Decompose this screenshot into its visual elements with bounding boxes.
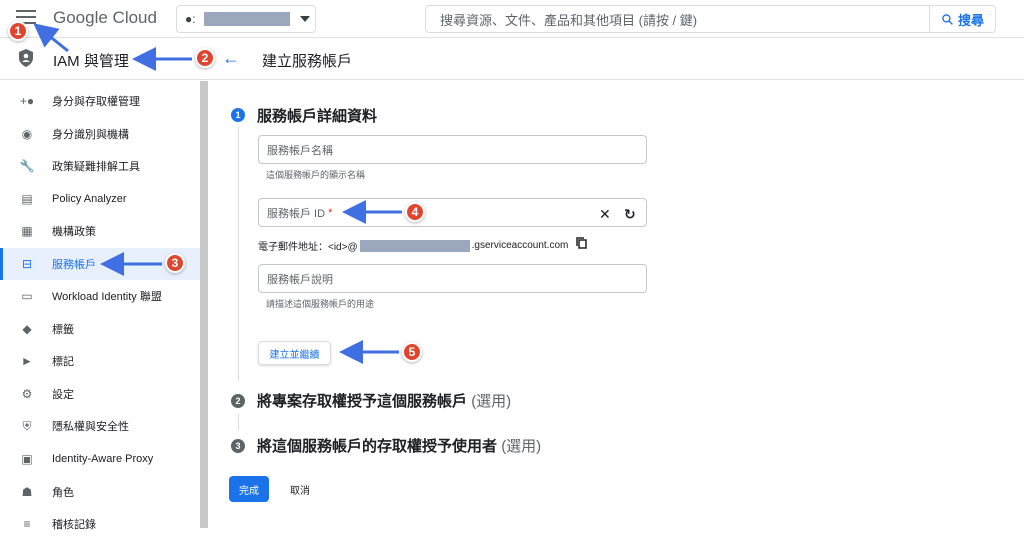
sidebar-item-label: 隱私權與安全性 <box>52 421 129 433</box>
search-button-label: 搜尋 <box>957 12 984 28</box>
done-button[interactable]: 完成 <box>229 476 269 502</box>
back-arrow-icon[interactable]: ← <box>222 48 240 69</box>
wrench-icon: 🔧 <box>19 159 35 173</box>
service-account-description-field[interactable]: 服務帳戶說明 <box>258 264 647 293</box>
page-title: 建立服務帳戶 <box>262 53 353 70</box>
project-name-redacted <box>203 12 290 26</box>
callout-5: 5 <box>402 342 422 362</box>
account-circle-icon: ◉ <box>21 127 33 141</box>
service-account-name-field[interactable]: 服務帳戶名稱 <box>258 135 647 164</box>
logo-text: Google Cloud <box>53 8 157 27</box>
sidebar-item-policy-analyzer[interactable]: ▤ Policy Analyzer <box>0 183 200 215</box>
sidebar: +● 身分與存取權管理 ◉ 身分識別與機構 🔧 政策疑難排解工具 ▤ Policy An… <box>0 81 200 535</box>
step-2-title-text: 將專案存取權授予這個服務帳戶 <box>257 393 468 410</box>
sidebar-item-label: 機構政策 <box>52 226 96 238</box>
step-3-title[interactable]: 將這個服務帳戶的存取權授予使用者 (選用) <box>257 435 541 456</box>
service-account-id-field[interactable]: 服務帳戶 ID * ✕ ↻ <box>258 198 647 227</box>
gear-icon: ⚙ <box>21 387 33 401</box>
step-connector <box>238 414 239 430</box>
step-1-title: 服務帳戶詳細資料 <box>257 108 378 125</box>
sidebar-item-identity-org[interactable]: ◉ 身分識別與機構 <box>0 118 200 150</box>
create-and-continue-button[interactable]: 建立並繼續 <box>258 341 331 365</box>
callout-4: 4 <box>405 202 425 222</box>
copy-icon[interactable] <box>576 237 587 249</box>
tag-icon: ◆ <box>22 322 32 336</box>
label-icon: ► <box>21 354 33 368</box>
id-placeholder: 服務帳戶 ID <box>267 207 326 220</box>
sidebar-item-iam[interactable]: +● 身分與存取權管理 <box>0 85 200 117</box>
document-search-icon: ▤ <box>21 192 33 206</box>
sidebar-item-label: 角色 <box>52 487 74 499</box>
sidebar-item-label: 標記 <box>52 356 74 368</box>
refresh-icon[interactable]: ↻ <box>624 206 636 223</box>
sidebar-item-label: 稽核記錄 <box>52 519 96 531</box>
sidebar-item-workload-identity[interactable]: ▭ Workload Identity 聯盟 <box>0 280 200 312</box>
callout-1: 1 <box>8 21 28 41</box>
sidebar-item-label: 服務帳戶 <box>52 259 96 271</box>
step-1-number: 1 <box>231 108 245 122</box>
shield-icon <box>19 49 33 67</box>
clear-icon[interactable]: ✕ <box>599 206 611 223</box>
sidebar-item-label: 設定 <box>52 389 74 401</box>
sidebar-item-tags[interactable]: ► 標記 <box>0 345 200 377</box>
sidebar-item-label: Policy Analyzer <box>52 193 127 205</box>
roles-icon: ☗ <box>21 485 33 499</box>
sidebar-item-label: 政策疑難排解工具 <box>52 161 140 173</box>
sidebar-item-audit-logs[interactable]: ≡ 稽核記錄 <box>0 508 200 540</box>
sidebar-item-label: Identity-Aware Proxy <box>52 453 154 465</box>
sidebar-item-iap[interactable]: ▣ Identity-Aware Proxy <box>0 443 200 475</box>
person-add-icon: +● <box>19 94 35 108</box>
email-suffix: .gserviceaccount.com <box>471 240 569 251</box>
sidebar-item-label: 身分識別與機構 <box>52 129 129 141</box>
sidebar-item-roles[interactable]: ☗ 角色 <box>0 476 200 508</box>
search-button[interactable]: 搜尋 <box>930 5 996 33</box>
cancel-button[interactable]: 取消 <box>283 476 317 502</box>
email-redacted <box>359 239 470 252</box>
sidebar-item-policy-troubleshooter[interactable]: 🔧 政策疑難排解工具 <box>0 150 200 182</box>
step-2-title[interactable]: 將專案存取權授予這個服務帳戶 (選用) <box>257 390 511 411</box>
callout-3: 3 <box>165 253 185 273</box>
step-2-number: 2 <box>231 394 245 408</box>
project-selector[interactable]: ●: <box>176 5 316 33</box>
sidebar-item-label: 身分與存取權管理 <box>52 96 140 108</box>
step-3-optional: (選用) <box>501 438 542 455</box>
email-address: 電子郵件地址：<id>@ .gserviceaccount.com <box>258 238 568 253</box>
callout-2: 2 <box>195 48 215 68</box>
section-title: IAM 與管理 <box>53 53 129 70</box>
sidebar-scrollbar[interactable] <box>200 81 208 528</box>
proxy-icon: ▣ <box>21 452 33 466</box>
step-2-optional: (選用) <box>471 393 512 410</box>
audit-log-icon: ≡ <box>23 517 31 531</box>
name-placeholder: 服務帳戶名稱 <box>267 144 333 157</box>
sidebar-item-label: Workload Identity 聯盟 <box>52 291 162 303</box>
sidebar-item-label: 標籤 <box>52 324 74 336</box>
id-card-icon: ▭ <box>21 289 33 303</box>
service-account-icon: ⊟ <box>21 257 33 271</box>
required-marker: * <box>328 206 333 219</box>
step-connector <box>238 127 239 381</box>
step-3-title-text: 將這個服務帳戶的存取權授予使用者 <box>257 438 498 455</box>
sidebar-item-org-policies[interactable]: ▦ 機構政策 <box>0 215 200 247</box>
google-cloud-logo[interactable]: Google Cloud <box>53 8 157 28</box>
top-bar: Google Cloud ●: 搜尋資源、文件、產品和其他項目 (請按 / 鍵)… <box>0 0 1024 38</box>
email-prefix: 電子郵件地址：<id>@ <box>258 242 358 253</box>
shield-icon: ⛨ <box>22 418 32 433</box>
sidebar-item-labels[interactable]: ◆ 標籤 <box>0 313 200 345</box>
name-hint: 這個服務帳戶的顯示名稱 <box>266 170 366 180</box>
search-icon <box>942 13 953 25</box>
description-hint: 請描述這個服務帳戶的用途 <box>266 299 375 309</box>
list-icon: ▦ <box>21 224 33 238</box>
sub-header: IAM 與管理 ← 建立服務帳戶 <box>0 38 1024 80</box>
chevron-down-icon <box>299 16 310 22</box>
search-input[interactable]: 搜尋資源、文件、產品和其他項目 (請按 / 鍵) <box>425 5 930 33</box>
sidebar-item-settings[interactable]: ⚙ 設定 <box>0 378 200 410</box>
description-placeholder: 服務帳戶說明 <box>267 273 333 286</box>
project-icon: ●: <box>185 12 196 26</box>
step-3-number: 3 <box>231 439 245 453</box>
sidebar-item-privacy-security[interactable]: ⛨ 隱私權與安全性 <box>0 410 200 442</box>
